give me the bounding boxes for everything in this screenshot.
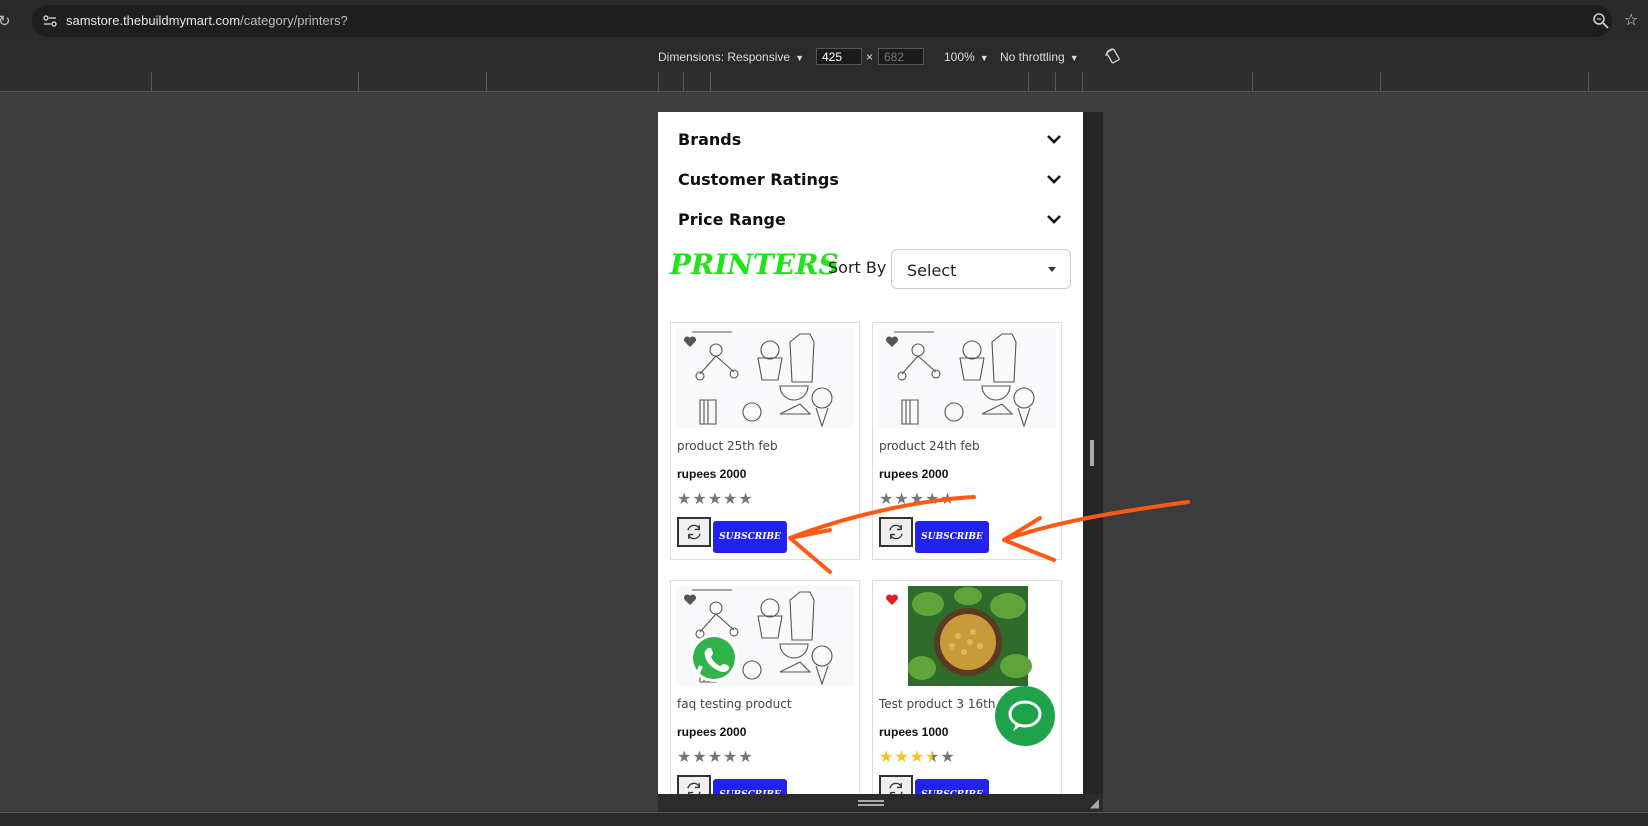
product-name[interactable]: faq testing product — [677, 697, 792, 711]
subscribe-button[interactable]: SUBSCRIBE — [713, 779, 787, 794]
caret-down-icon: ▼ — [1069, 53, 1079, 63]
whatsapp-icon[interactable] — [688, 632, 740, 684]
sort-select[interactable]: Select — [891, 249, 1071, 289]
devtools-panel-edge — [0, 812, 1648, 826]
filter-brands[interactable]: Brands — [678, 124, 1063, 154]
ruler-tick — [710, 72, 711, 92]
dimensions-label: Dimensions: Responsive — [658, 50, 791, 64]
caret-down-icon — [1048, 267, 1056, 272]
subscribe-button[interactable]: SUBSCRIBE — [713, 521, 787, 553]
throttling-dropdown[interactable]: No throttling ▼ — [1000, 50, 1079, 64]
heart-icon[interactable] — [683, 593, 697, 607]
ruler-tick — [1380, 72, 1381, 92]
heart-icon[interactable] — [885, 593, 899, 607]
filter-label: Brands — [678, 130, 742, 149]
ruler-tick — [1055, 72, 1056, 92]
device-toolbar: Dimensions: Responsive ▼ 425 × 682 100% ▼ … — [0, 42, 1648, 72]
filter-price-range[interactable]: Price Range — [678, 204, 1063, 234]
sort-by-label: Sort By — [828, 258, 887, 277]
zoom-label: 100% — [944, 50, 975, 64]
chat-bubble-button[interactable] — [995, 686, 1055, 746]
rating-stars: ★★★★★ — [677, 489, 754, 508]
product-name[interactable]: Test product 3 16th — [879, 697, 995, 711]
ruler-tick — [1588, 72, 1589, 92]
product-price: rupees 2000 — [677, 467, 747, 481]
zoom-dropdown[interactable]: 100% ▼ — [944, 50, 989, 64]
ruler-tick — [1028, 72, 1029, 92]
product-card[interactable]: product 25th feb rupees 2000 ★★★★★ SUBSC… — [670, 322, 860, 560]
product-name[interactable]: product 25th feb — [677, 439, 778, 453]
chevron-down-icon[interactable] — [1045, 130, 1063, 148]
filter-label: Customer Ratings — [678, 170, 839, 189]
product-price: rupees 2000 — [677, 725, 747, 739]
rotate-icon[interactable] — [1104, 47, 1122, 65]
throttling-label: No throttling — [1000, 50, 1065, 64]
rating-stars: ★★★★★ — [879, 489, 956, 508]
url-path: /category/printers? — [240, 13, 348, 28]
rating-stars: ★★★★★ — [677, 747, 754, 766]
subscribe-button[interactable]: SUBSCRIBE — [915, 521, 989, 553]
filter-customer-ratings[interactable]: Customer Ratings — [678, 164, 1063, 194]
heart-icon[interactable] — [885, 335, 899, 349]
dimension-separator: × — [866, 50, 874, 64]
url-host: samstore.thebuildmymart.com — [66, 13, 241, 28]
device-viewport: Brands Customer Ratings Price Range PRIN… — [658, 112, 1083, 794]
height-resize-bar[interactable]: ◢ — [658, 794, 1103, 812]
bookmark-star-icon[interactable]: ☆ — [1624, 10, 1638, 29]
rating-stars: ★★★★★ — [879, 747, 956, 766]
sort-select-value: Select — [907, 261, 957, 280]
caret-down-icon: ▼ — [979, 53, 989, 63]
url-text[interactable]: samstore.thebuildmymart.com/category/pri… — [66, 13, 348, 28]
media-query-ruler[interactable] — [0, 72, 1648, 92]
ruler-tick — [151, 72, 152, 92]
chat-icon — [1008, 700, 1042, 731]
filter-label: Price Range — [678, 210, 786, 229]
fenugreek-product-image[interactable] — [878, 586, 1056, 686]
heart-icon[interactable] — [683, 335, 697, 349]
product-name[interactable]: product 24th feb — [879, 439, 980, 453]
refresh-icon[interactable] — [879, 517, 913, 547]
reload-icon[interactable]: ↻ — [0, 12, 12, 30]
product-price: rupees 2000 — [879, 467, 949, 481]
refresh-icon[interactable] — [879, 775, 913, 794]
browser-address-bar: ↻ samstore.thebuildmymart.com/category/p… — [0, 0, 1648, 42]
height-resize-grip[interactable] — [858, 800, 884, 806]
subscribe-button[interactable]: SUBSCRIBE — [915, 779, 989, 794]
refresh-icon[interactable] — [677, 775, 711, 794]
placeholder-product-image[interactable] — [676, 328, 854, 428]
ruler-tick — [1082, 72, 1083, 92]
placeholder-product-image[interactable] — [878, 328, 1056, 428]
width-input[interactable]: 425 — [816, 48, 862, 65]
product-price: rupees 1000 — [879, 725, 949, 739]
ruler-tick — [486, 72, 487, 92]
ruler-tick — [683, 72, 684, 92]
dimensions-dropdown[interactable]: Dimensions: Responsive ▼ — [658, 50, 804, 64]
ruler-tick — [658, 72, 659, 92]
ruler-tick — [358, 72, 359, 92]
product-card[interactable]: faq testing product rupees 2000 ★★★★★ SU… — [670, 580, 860, 794]
url-bar[interactable]: samstore.thebuildmymart.com/category/pri… — [32, 5, 1612, 37]
zoom-icon[interactable] — [1592, 12, 1610, 30]
category-title: PRINTERS — [670, 248, 839, 281]
width-resize-handle[interactable] — [1090, 440, 1094, 466]
site-settings-icon[interactable] — [42, 13, 58, 29]
ruler-tick — [1252, 72, 1253, 92]
refresh-icon[interactable] — [677, 517, 711, 547]
caret-down-icon: ▼ — [795, 53, 804, 63]
corner-resize-icon[interactable]: ◢ — [1090, 796, 1099, 810]
product-card[interactable]: product 24th feb rupees 2000 ★★★★★ SUBSC… — [872, 322, 1062, 560]
chevron-down-icon[interactable] — [1045, 170, 1063, 188]
chevron-down-icon[interactable] — [1045, 210, 1063, 228]
height-input[interactable]: 682 — [878, 48, 924, 65]
